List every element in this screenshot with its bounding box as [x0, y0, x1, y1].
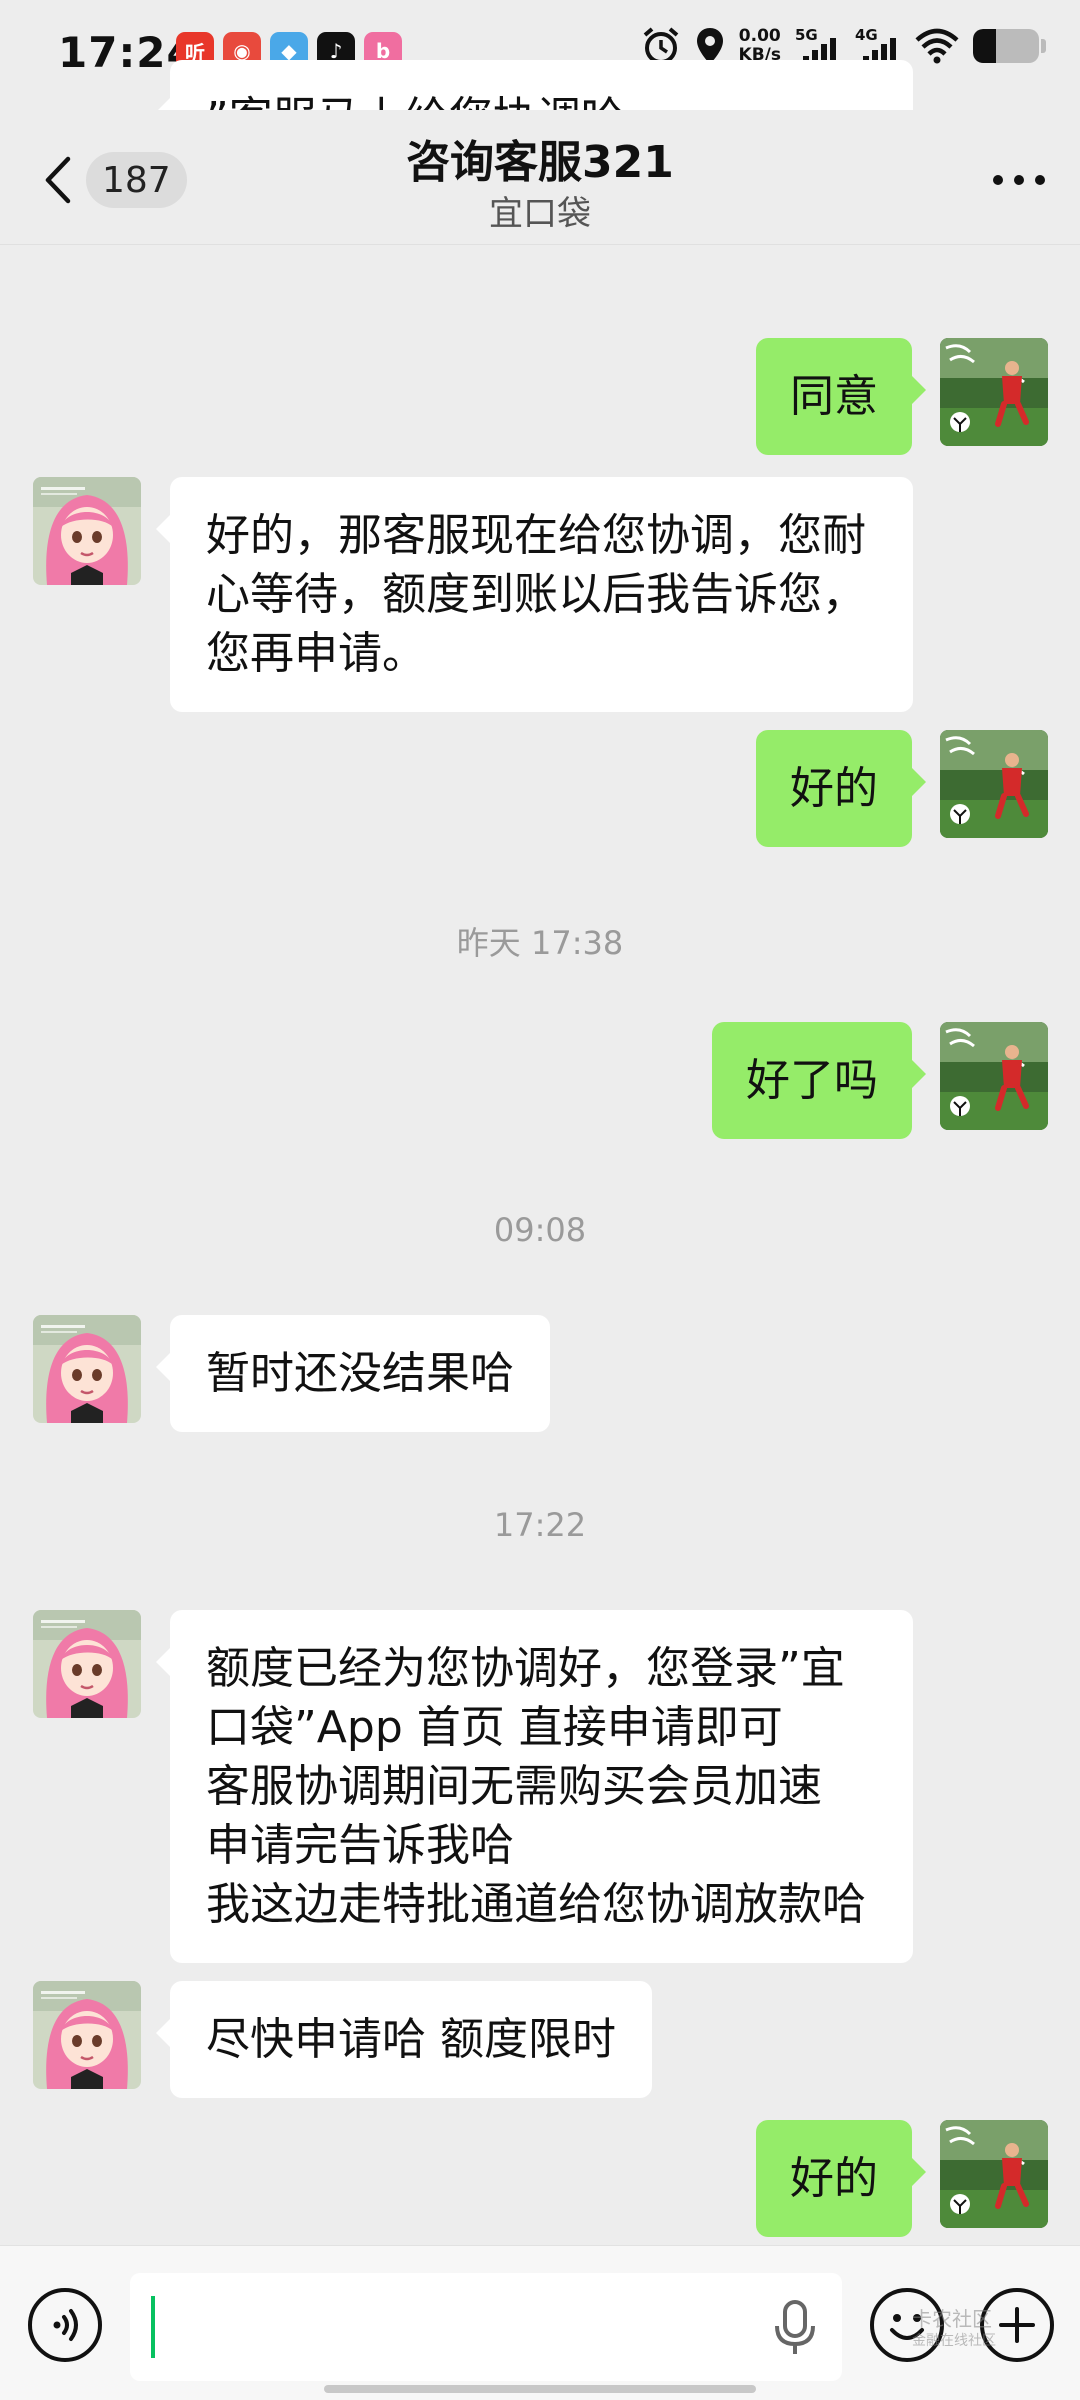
input-bar: 卡农社区 金融在线社区: [0, 2245, 1080, 2400]
chat-screen: 17:24 听 ◉ ◆ ♪ b 0.00 KB/s 5G 4G 同意 好的，那客…: [0, 0, 1080, 2400]
watermark: 卡农社区 金融在线社区: [912, 2308, 996, 2352]
message-text-line: 好的，那客服现在给您协调，您耐: [206, 510, 866, 561]
message-text-line: 口袋”App 首页 直接申请即可: [206, 1702, 783, 1753]
agent-avatar[interactable]: [33, 1610, 141, 1718]
message-text-line: 同意: [790, 371, 878, 422]
chat-header: 187 咨询客服321 宜口袋: [0, 110, 1080, 245]
user-avatar[interactable]: [940, 2120, 1048, 2228]
microphone-icon[interactable]: [770, 2298, 820, 2358]
agent-avatar[interactable]: [33, 477, 141, 585]
incoming-message-bubble[interactable]: 好的，那客服现在给您协调，您耐 心等待，额度到账以后我告诉您， 您再申请。: [156, 477, 913, 712]
agent-avatar[interactable]: [33, 1981, 141, 2089]
text-caret: [151, 2296, 155, 2358]
message-list[interactable]: ”客服马上给您协调哈同意好的，那客服现在给您协调，您耐心等待，额度到账以后我告诉…: [0, 0, 1080, 2245]
home-indicator[interactable]: [324, 2385, 756, 2393]
message-text-line: 好了吗: [746, 1055, 878, 1106]
message-text-line: 申请完告诉我哈: [206, 1820, 514, 1871]
timestamp: 17:22: [493, 1506, 587, 1544]
message-text-line: 好的: [790, 2153, 878, 2204]
message-input[interactable]: [130, 2273, 842, 2381]
voice-wave-icon: [53, 2309, 78, 2341]
user-avatar[interactable]: [940, 338, 1048, 446]
message-text-line: 尽快申请哈 额度限时: [206, 2014, 616, 2065]
watermark-line1: 卡农社区: [912, 2307, 992, 2331]
more-options-button[interactable]: [984, 152, 1054, 208]
chat-title: 咨询客服321: [406, 137, 674, 188]
message-text-line: 我这边走特批通道给您协调放款哈: [206, 1879, 866, 1930]
agent-avatar[interactable]: [33, 1315, 141, 1423]
timestamp: 09:08: [493, 1211, 587, 1249]
message-text-line: 暂时还没结果哈: [206, 1348, 514, 1399]
incoming-message-bubble[interactable]: 暂时还没结果哈: [156, 1315, 550, 1432]
incoming-message-bubble[interactable]: 尽快申请哈 额度限时: [156, 1981, 652, 2098]
message-text-line: 好的: [790, 763, 878, 814]
outgoing-message-bubble[interactable]: 好的: [756, 730, 926, 847]
more-dots-icon: [993, 175, 1045, 185]
message-text-line: 心等待，额度到账以后我告诉您，: [206, 569, 866, 620]
message-text-line: 客服协调期间无需购买会员加速: [206, 1761, 822, 1812]
plus-icon: [999, 2307, 1035, 2343]
user-avatar[interactable]: [940, 730, 1048, 838]
outgoing-message-bubble[interactable]: 同意: [756, 338, 926, 455]
chat-subtitle: 宜口袋: [489, 194, 591, 234]
timestamp: 昨天 17:38: [456, 924, 624, 962]
outgoing-message-bubble[interactable]: 好的: [756, 2120, 926, 2237]
incoming-message-bubble[interactable]: 额度已经为您协调好，您登录”宜 口袋”App 首页 直接申请即可 客服协调期间无需购…: [156, 1610, 913, 1963]
watermark-line2: 金融在线社区: [912, 2333, 996, 2349]
message-text-line: 您再申请。: [206, 628, 426, 679]
message-text-line: 额度已经为您协调好，您登录”宜: [206, 1643, 845, 1694]
user-avatar[interactable]: [940, 1022, 1048, 1130]
outgoing-message-bubble[interactable]: 好了吗: [712, 1022, 926, 1139]
voice-input-button[interactable]: [28, 2288, 102, 2362]
